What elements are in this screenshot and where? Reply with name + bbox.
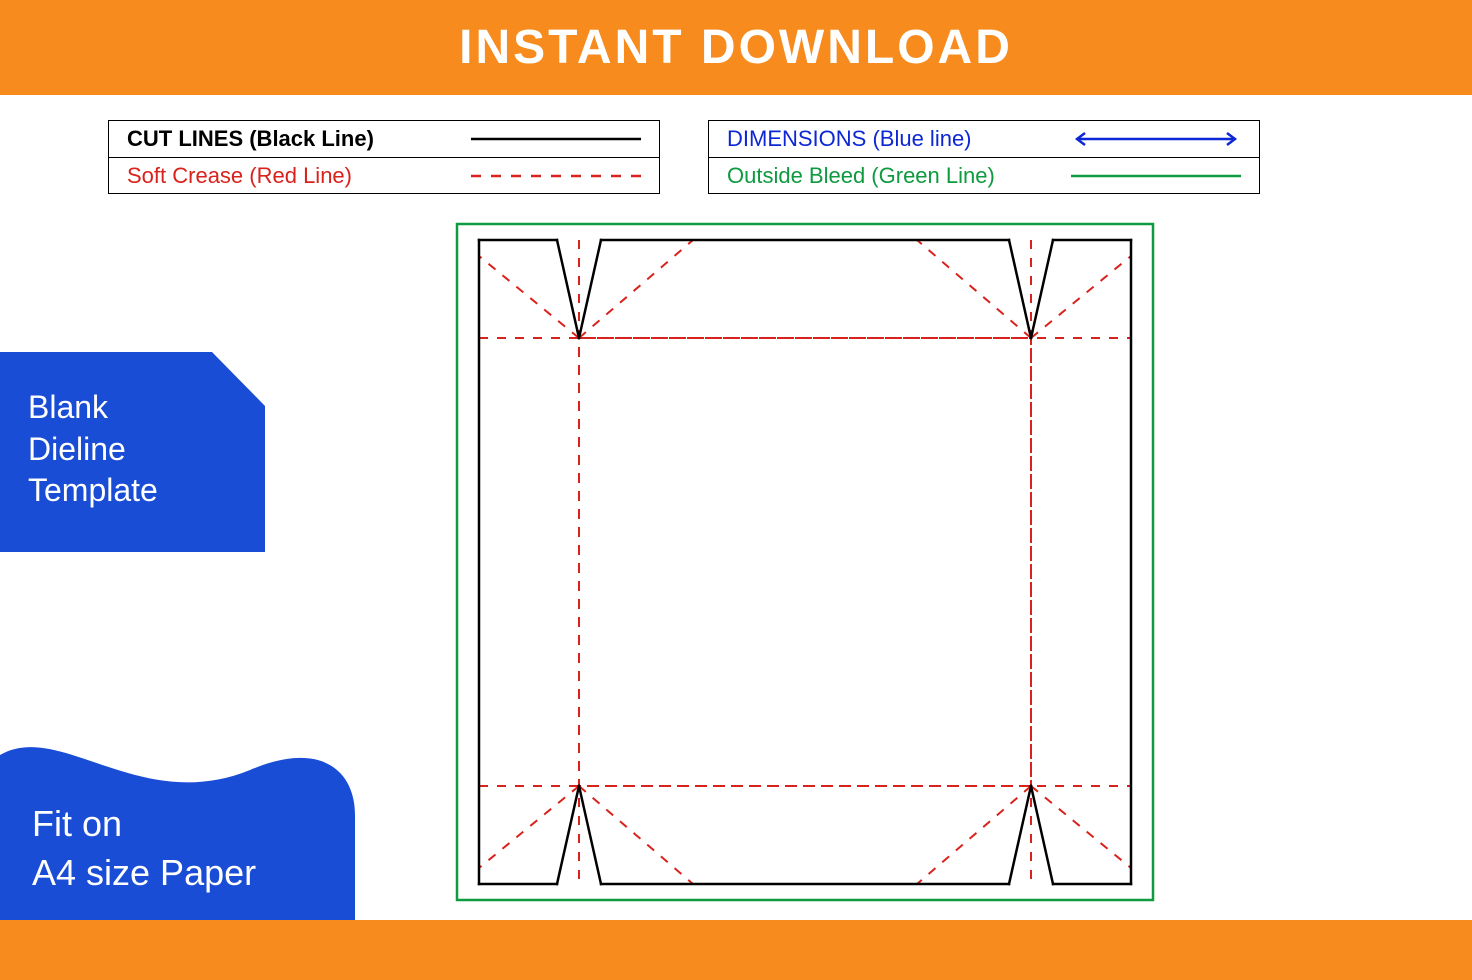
bottom-banner	[0, 920, 1472, 980]
legend-column-left: CUT LINES (Black Line) Soft Crease (Red …	[108, 120, 660, 194]
badge-template-line2: Dieline	[28, 431, 126, 467]
dieline-template	[455, 222, 1155, 902]
crease-line-icon	[471, 166, 641, 186]
badge-template-line3: Template	[28, 472, 158, 508]
bleed-line-icon	[1071, 166, 1241, 186]
badge-paper-line2: A4 size Paper	[32, 852, 256, 893]
legend-crease-label: Soft Crease (Red Line)	[127, 163, 471, 189]
legend-dim-label: DIMENSIONS (Blue line)	[727, 126, 1071, 152]
legend-row-dimensions: DIMENSIONS (Blue line)	[709, 121, 1259, 157]
badge-template: Blank Dieline Template	[0, 352, 265, 552]
badge-template-line1: Blank	[28, 389, 108, 425]
legend-row-cut: CUT LINES (Black Line)	[109, 121, 659, 157]
cut-line-icon	[471, 129, 641, 149]
fold-center-rect	[579, 338, 1031, 786]
top-banner: INSTANT DOWNLOAD	[0, 0, 1472, 95]
legend-row-crease: Soft Crease (Red Line)	[109, 157, 659, 193]
legend-bleed-label: Outside Bleed (Green Line)	[727, 163, 1071, 189]
legend-cut-label: CUT LINES (Black Line)	[127, 126, 471, 152]
legend-column-right: DIMENSIONS (Blue line) Outside Bleed (Gr…	[708, 120, 1260, 194]
badge-paper: Fit on A4 size Paper	[0, 715, 355, 920]
legend: CUT LINES (Black Line) Soft Crease (Red …	[108, 120, 1260, 194]
dimension-arrow-icon	[1071, 129, 1241, 149]
legend-row-bleed: Outside Bleed (Green Line)	[709, 157, 1259, 193]
bleed-rect	[457, 224, 1153, 900]
badge-paper-line1: Fit on	[32, 803, 122, 844]
top-banner-text: INSTANT DOWNLOAD	[459, 20, 1013, 75]
